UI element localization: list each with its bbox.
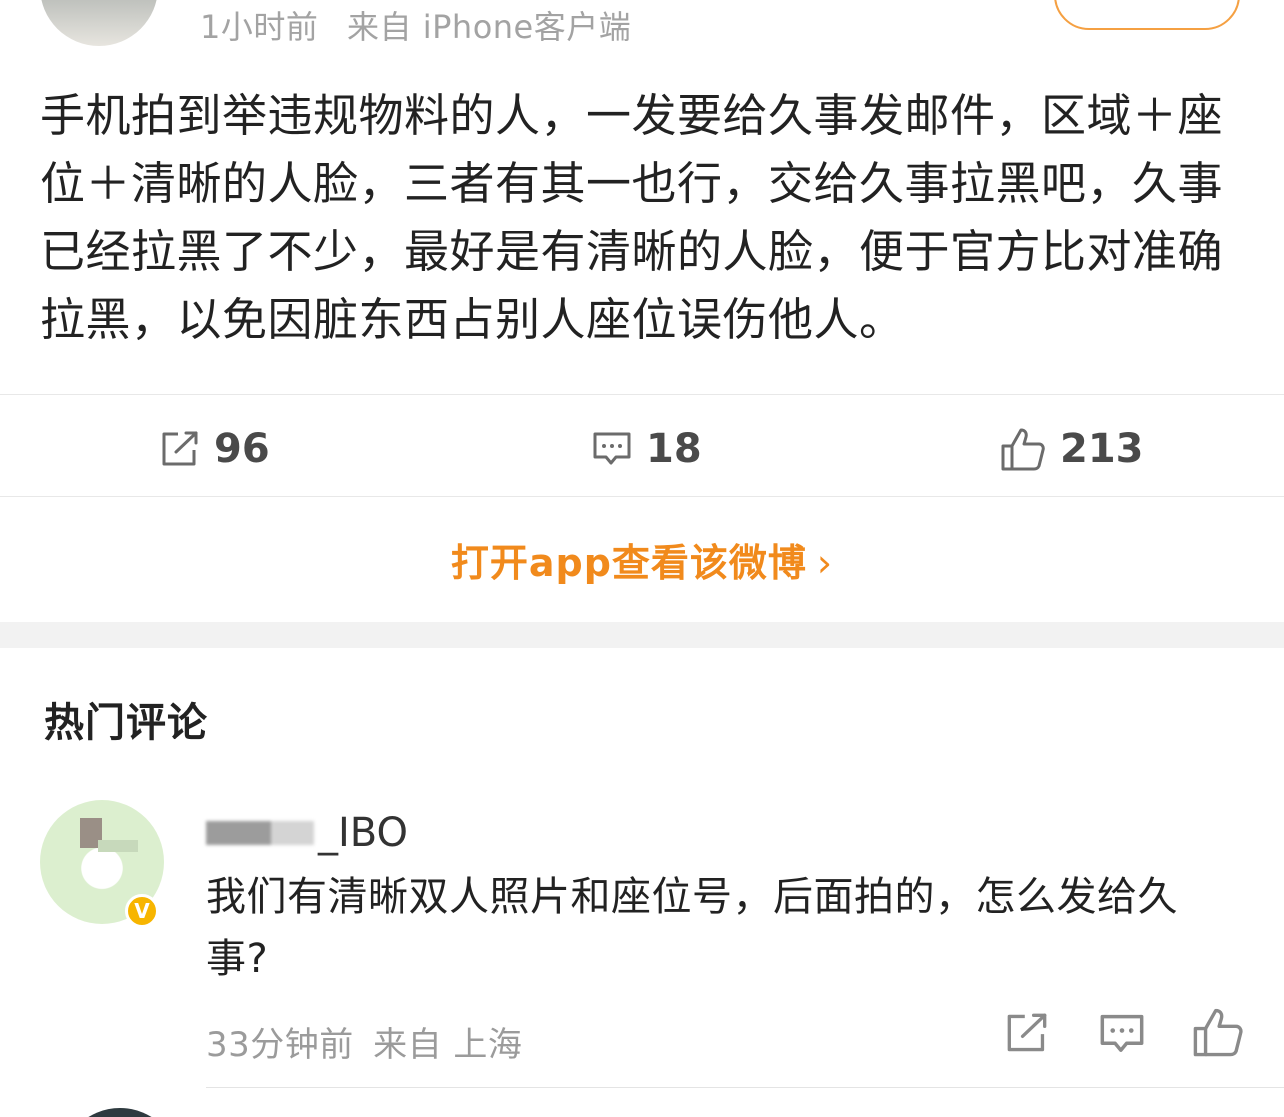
thumbs-up-icon xyxy=(1000,426,1046,472)
repost-button[interactable]: 96 xyxy=(160,424,270,474)
post-time: 1小时前 xyxy=(200,8,319,46)
comment-button[interactable]: 18 xyxy=(592,424,702,474)
open-app-label: 打开app查看该微博 xyxy=(450,541,807,585)
comment-icon xyxy=(1098,1014,1146,1060)
post-text: 手机拍到举违规物料的人，一发要给久事发邮件，区域＋座位＋清晰的人脸，三者有其一也… xyxy=(40,89,1224,346)
author-avatar[interactable] xyxy=(40,0,158,46)
redacted-name-mask xyxy=(206,821,314,845)
commenter-name-text: _IBO xyxy=(318,810,409,856)
comment-meta: 33分钟前 来自 上海 xyxy=(206,1017,522,1066)
chevron-right-icon: › xyxy=(816,541,834,585)
commenter-name[interactable]: _IBO xyxy=(206,810,408,856)
comment-repost-button[interactable] xyxy=(1004,1012,1050,1058)
comment-icon xyxy=(592,430,632,468)
section-separator xyxy=(0,622,1284,648)
thumbs-up-icon xyxy=(1192,1008,1244,1062)
hot-comments-title: 热门评论 xyxy=(44,700,208,746)
comment-text: 我们有清晰双人照片和座位号，后面拍的，怎么发给久事? xyxy=(206,874,1178,982)
open-app-link[interactable]: 打开app查看该微博 › xyxy=(0,532,1284,587)
comment-count: 18 xyxy=(646,426,702,472)
repost-count: 96 xyxy=(214,426,270,472)
comment-reply-button[interactable] xyxy=(1098,1012,1146,1060)
repost-icon xyxy=(1004,1013,1050,1058)
post-source: 来自 iPhone客户端 xyxy=(347,8,632,46)
divider xyxy=(0,394,1284,395)
next-commenter-avatar[interactable] xyxy=(60,1108,180,1117)
comment-source: 来自 上海 xyxy=(373,1025,523,1065)
divider xyxy=(0,496,1284,497)
verified-badge-icon: V xyxy=(125,894,159,928)
comment-like-button[interactable] xyxy=(1192,1006,1244,1062)
follow-button[interactable] xyxy=(1054,0,1240,30)
comment-divider xyxy=(206,1087,1284,1088)
weibo-post-page: 1小时前 来自 iPhone客户端 手机拍到举违规物料的人，一发要给久事发邮件，… xyxy=(0,0,1284,1117)
repost-icon xyxy=(160,430,200,468)
post-meta: 1小时前 来自 iPhone客户端 xyxy=(200,2,631,48)
like-count: 213 xyxy=(1060,426,1144,472)
like-button[interactable]: 213 xyxy=(1000,424,1144,474)
comment-time: 33分钟前 xyxy=(206,1025,354,1065)
